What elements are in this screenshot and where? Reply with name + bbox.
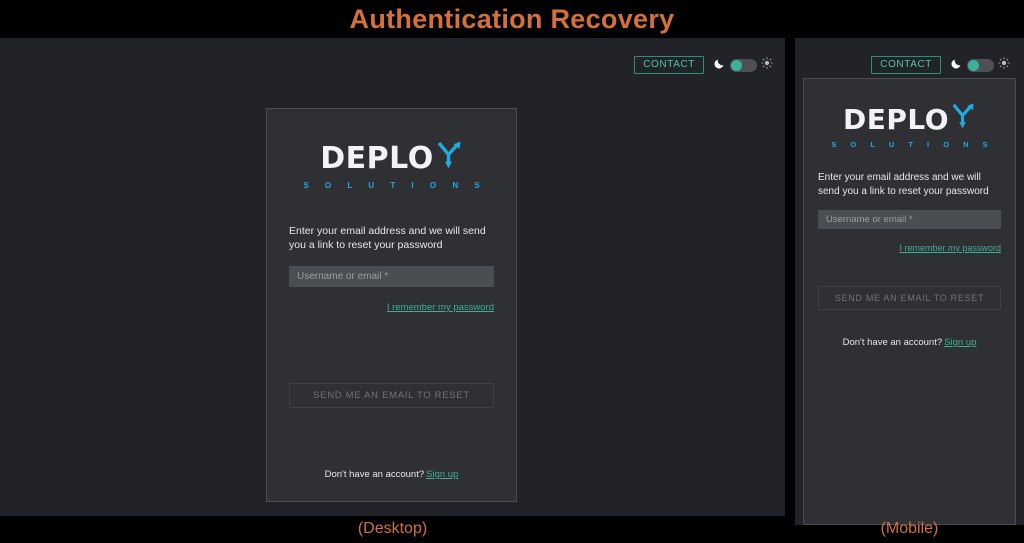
contact-button[interactable]: CONTACT (634, 56, 704, 74)
send-reset-email-button[interactable]: SEND ME AN EMAIL TO RESET (289, 382, 494, 408)
remember-password-row-mobile: I remember my password (818, 238, 1001, 256)
send-reset-email-button-mobile[interactable]: SEND ME AN EMAIL TO RESET (818, 285, 1001, 310)
sun-icon-mobile (998, 56, 1010, 74)
theme-switch-mobile[interactable] (951, 56, 1010, 74)
email-input-mobile[interactable] (818, 209, 1001, 229)
desktop-viewport: CONTACT DEPLO S O L U T I O N S Enter yo… (0, 38, 785, 516)
password-recovery-card-mobile: DEPLO S O L U T I O N S Enter your email… (803, 78, 1016, 525)
brand-logo-desktop: DEPLO S O L U T I O N S (289, 139, 494, 190)
signup-row-mobile: Don't have an account? Sign up (818, 337, 1001, 348)
logo-tagline-mobile: S O L U T I O N S (831, 140, 994, 149)
caption-mobile: (Mobile) (880, 520, 939, 537)
password-recovery-card-desktop: DEPLO S O L U T I O N S Enter your email… (266, 108, 517, 502)
email-input[interactable] (289, 265, 494, 287)
signup-prompt-mobile: Don't have an account? (842, 336, 943, 348)
instruction-text: Enter your email address and we will sen… (289, 225, 486, 252)
page-title: Authentication Recovery (0, 0, 1024, 38)
remember-password-link-mobile[interactable]: I remember my password (899, 243, 1001, 253)
logo-text-mobile: DEPLO (842, 103, 950, 136)
signup-prompt: Don't have an account? (324, 468, 425, 480)
moon-icon-mobile (951, 56, 963, 74)
screenshot-stage: Authentication Recovery CONTACT DEPLO S … (0, 0, 1024, 543)
logo-wordmark-mobile: DEPLO (843, 101, 976, 134)
theme-toggle-knob (731, 59, 742, 71)
logo-text: DEPLO (320, 141, 434, 176)
mobile-viewport: CONTACT DEPLO S O L U T I O N S Enter yo… (795, 38, 1024, 525)
signup-row: Don't have an account? Sign up (289, 469, 494, 480)
brand-logo-mobile: DEPLO S O L U T I O N S (818, 101, 1001, 149)
logo-tagline: S O L U T I O N S (303, 181, 487, 190)
sun-icon (761, 56, 773, 74)
logo-wordmark: DEPLO (320, 139, 462, 174)
remember-password-link[interactable]: I remember my password (387, 302, 494, 313)
logo-arrow-y-icon-mobile (950, 101, 976, 133)
theme-switch-desktop[interactable] (714, 56, 773, 74)
theme-toggle-knob-mobile (968, 59, 979, 71)
logo-arrow-y-icon (435, 139, 463, 173)
app-header-desktop: CONTACT (365, 46, 785, 84)
remember-password-row: I remember my password (289, 297, 494, 315)
signup-link-mobile[interactable]: Sign up (944, 337, 976, 348)
moon-icon (714, 56, 726, 74)
contact-button-mobile[interactable]: CONTACT (871, 56, 941, 74)
signup-link[interactable]: Sign up (426, 469, 458, 480)
theme-toggle-mobile[interactable] (967, 58, 994, 72)
caption-desktop: (Desktop) (357, 520, 428, 537)
theme-toggle[interactable] (730, 58, 757, 72)
instruction-text-mobile: Enter your email address and we will sen… (818, 172, 989, 197)
